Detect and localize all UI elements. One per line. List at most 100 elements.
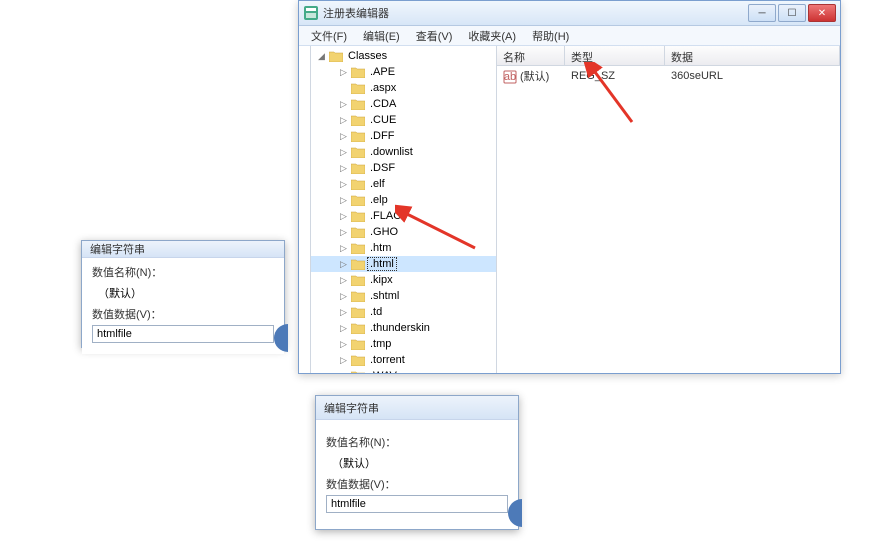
value-data-input[interactable]: htmlfile <box>92 325 274 343</box>
tree-node-label: .APE <box>368 66 397 78</box>
folder-icon <box>351 258 365 270</box>
tree-toggle-icon[interactable]: ▷ <box>339 292 348 301</box>
tree-toggle-icon[interactable]: ◢ <box>317 52 326 61</box>
left-gutter <box>299 46 311 373</box>
tree-node[interactable]: ▷.tmp <box>311 336 496 352</box>
tree-toggle-icon[interactable]: ▷ <box>339 164 348 173</box>
cell-name: ab(默认) <box>497 68 565 84</box>
tree-toggle-icon[interactable]: ▷ <box>339 228 348 237</box>
tree-node[interactable]: ▷ .GHO <box>311 224 496 240</box>
tree-node-label: .elp <box>368 194 390 206</box>
tree-toggle-icon[interactable]: ▷ <box>339 340 348 349</box>
folder-icon <box>351 98 365 110</box>
cell-type: REG_SZ <box>565 70 665 82</box>
list-header: 名称 类型 数据 <box>497 46 840 66</box>
tree-node[interactable]: ▷.WAV <box>311 368 496 373</box>
tree-toggle-icon[interactable]: ▷ <box>339 116 348 125</box>
tree-node-label: .CUE <box>368 114 398 126</box>
col-type[interactable]: 类型 <box>565 46 665 65</box>
tree-node[interactable]: ▷.htm <box>311 240 496 256</box>
tree-node-label: Classes <box>346 50 389 62</box>
value-name-display: （默认） <box>92 283 274 301</box>
tree-node[interactable]: ▷ .td <box>311 304 496 320</box>
dialog-titlebar[interactable]: 编辑字符串 <box>316 396 518 420</box>
tree-toggle-icon[interactable]: ▷ <box>339 308 348 317</box>
tree-node[interactable]: ▷ .shtml <box>311 288 496 304</box>
registry-editor-window: 注册表编辑器 ─ ☐ ✕ 文件(F) 编辑(E) 查看(V) 收藏夹(A) 帮助… <box>298 0 841 374</box>
menu-help[interactable]: 帮助(H) <box>524 26 577 46</box>
edit-string-dialog-2: 编辑字符串 数值名称(N)： （默认） 数值数据(V)： htmlfile <box>315 395 519 530</box>
tree-node[interactable]: ▷ .elp <box>311 192 496 208</box>
tree-toggle-icon[interactable]: ▷ <box>339 196 348 205</box>
tree-node[interactable]: ▷.aspx <box>311 80 496 96</box>
tree-toggle-icon[interactable]: ▷ <box>339 132 348 141</box>
list-row[interactable]: ab(默认)REG_SZ360seURL <box>497 66 840 84</box>
tree-toggle-icon[interactable]: ▷ <box>339 180 348 189</box>
tree-node[interactable]: ▷ .FLAC <box>311 208 496 224</box>
tree-node[interactable]: ▷ .html <box>311 256 496 272</box>
dialog-title: 编辑字符串 <box>90 241 145 257</box>
tree-toggle-icon[interactable]: ▷ <box>339 276 348 285</box>
menu-edit[interactable]: 编辑(E) <box>355 26 408 46</box>
folder-icon <box>351 178 365 190</box>
tree-node-label: .td <box>368 306 384 318</box>
folder-icon <box>351 290 365 302</box>
menu-file[interactable]: 文件(F) <box>303 26 355 46</box>
regedit-icon <box>303 5 319 21</box>
svg-text:ab: ab <box>504 71 516 83</box>
folder-icon <box>351 370 365 373</box>
tree-toggle-icon[interactable]: ▷ <box>339 212 348 221</box>
tree-node[interactable]: ▷.elf <box>311 176 496 192</box>
folder-icon <box>351 194 365 206</box>
tree-toggle-icon[interactable]: ▷ <box>339 260 348 269</box>
value-data-label: 数值数据(V)： <box>326 476 508 492</box>
folder-icon <box>351 162 365 174</box>
col-name[interactable]: 名称 <box>497 46 565 65</box>
maximize-button[interactable]: ☐ <box>778 4 806 22</box>
tree-toggle-icon[interactable]: ▷ <box>339 68 348 77</box>
tree-node-label: .thunderskin <box>368 322 432 334</box>
tree-node-label: .GHO <box>368 226 400 238</box>
tree-toggle-icon[interactable]: ▷ <box>339 100 348 109</box>
tree-toggle-icon[interactable]: ▷ <box>339 324 348 333</box>
value-name-label: 数值名称(N)： <box>326 434 508 450</box>
value-data-input[interactable]: htmlfile <box>326 495 508 513</box>
tree-node[interactable]: ▷ .CUE <box>311 112 496 128</box>
tree-node-label: .kipx <box>368 274 395 286</box>
tree-node-label: .html <box>368 258 396 270</box>
tree-node[interactable]: ▷ .kipx <box>311 272 496 288</box>
folder-icon <box>351 354 365 366</box>
tree-toggle-icon[interactable]: ▷ <box>339 372 348 374</box>
dialog-titlebar[interactable]: 编辑字符串 <box>82 241 284 258</box>
values-pane[interactable]: 名称 类型 数据 ab(默认)REG_SZ360seURL <box>497 46 840 373</box>
tree-node[interactable]: ▷.torrent <box>311 352 496 368</box>
tree-node[interactable]: ▷ .thunderskin <box>311 320 496 336</box>
tree-pane[interactable]: ◢ Classes ▷.APE▷.aspx▷.CDA▷.CUE▷.DFF▷.do… <box>311 46 497 373</box>
tree-root-classes[interactable]: ◢ Classes <box>311 48 496 64</box>
value-name-display: （默认） <box>326 453 508 471</box>
tree-node-label: .downlist <box>368 146 415 158</box>
minimize-button[interactable]: ─ <box>748 4 776 22</box>
dialog-edge-decoration <box>274 324 288 352</box>
close-button[interactable]: ✕ <box>808 4 836 22</box>
col-data[interactable]: 数据 <box>665 46 840 65</box>
menu-view[interactable]: 查看(V) <box>408 26 461 46</box>
tree-node-label: .aspx <box>368 82 398 94</box>
titlebar[interactable]: 注册表编辑器 ─ ☐ ✕ <box>299 1 840 26</box>
folder-icon <box>351 274 365 286</box>
tree-node[interactable]: ▷ .APE <box>311 64 496 80</box>
tree-node[interactable]: ▷.DFF <box>311 128 496 144</box>
tree-toggle-icon[interactable]: ▷ <box>339 244 348 253</box>
folder-icon <box>351 114 365 126</box>
folder-icon <box>351 130 365 142</box>
tree-node[interactable]: ▷.DSF <box>311 160 496 176</box>
tree-node[interactable]: ▷.CDA <box>311 96 496 112</box>
tree-node[interactable]: ▷ .downlist <box>311 144 496 160</box>
tree-node-label: .shtml <box>368 290 401 302</box>
folder-icon <box>351 242 365 254</box>
menu-favorites[interactable]: 收藏夹(A) <box>460 26 524 46</box>
tree-toggle-icon[interactable]: ▷ <box>339 148 348 157</box>
tree-node-label: .FLAC <box>368 210 403 222</box>
value-data-label: 数值数据(V)： <box>92 306 274 322</box>
tree-toggle-icon[interactable]: ▷ <box>339 356 348 365</box>
